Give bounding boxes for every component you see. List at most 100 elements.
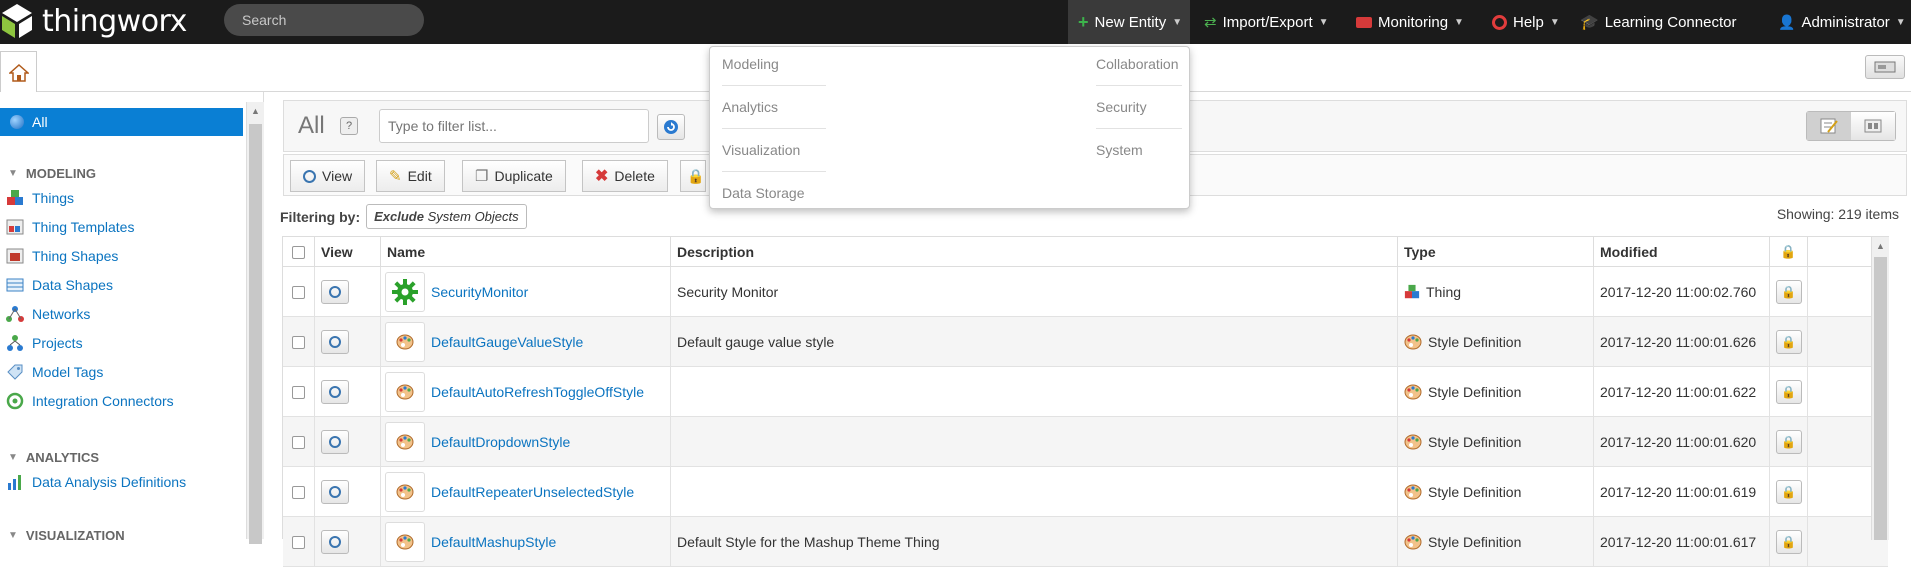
monitoring-menu[interactable]: Monitoring ▼ (1356, 0, 1464, 44)
sidebar-item-integration-connectors[interactable]: Integration Connectors (6, 392, 174, 410)
table-scroll-thumb[interactable] (1874, 257, 1887, 540)
list-view-button[interactable] (1807, 112, 1851, 140)
column-header-description[interactable]: Description (671, 237, 1398, 267)
sidebar-item-data-analysis-definitions[interactable]: Data Analysis Definitions (6, 473, 186, 491)
row-checkbox[interactable] (292, 335, 305, 349)
view-button[interactable]: View (290, 160, 366, 192)
home-tab[interactable] (0, 51, 37, 93)
row-checkbox[interactable] (292, 535, 305, 549)
section-header-modeling[interactable]: ▼ MODELING (8, 166, 96, 181)
sidebar-item-label[interactable]: Data Shapes (32, 277, 113, 293)
sidebar-item-model-tags[interactable]: Model Tags (6, 363, 103, 381)
delete-button[interactable]: ✖ Delete (582, 160, 668, 192)
menu-item-modeling[interactable]: Modeling (722, 56, 779, 72)
row-type-cell: Thing (1398, 267, 1594, 317)
row-view-button[interactable] (321, 430, 349, 454)
entity-name-link[interactable]: SecurityMonitor (431, 284, 528, 300)
entity-name-link[interactable]: DefaultGaugeValueStyle (431, 334, 583, 350)
learning-connector-link[interactable]: 🎓 Learning Connector (1580, 0, 1736, 44)
row-checkbox[interactable] (292, 485, 305, 499)
table-row[interactable]: SecurityMonitor Security Monitor Thing 2017… (283, 267, 1888, 317)
menu-item-security[interactable]: Security (1096, 99, 1147, 115)
sidebar-item-label[interactable]: Networks (32, 306, 90, 322)
section-header-analytics[interactable]: ▼ ANALYTICS (8, 450, 99, 465)
table-row[interactable]: DefaultAutoRefreshToggleOffStyle Style De… (283, 367, 1888, 417)
menu-item-visualization[interactable]: Visualization (722, 142, 800, 158)
sidebar-item-label[interactable]: Integration Connectors (32, 393, 174, 409)
table-row[interactable]: DefaultRepeaterUnselectedStyle Style Defi… (283, 467, 1888, 517)
tile-view-icon (1864, 119, 1882, 133)
sidebar-item-label[interactable]: Data Analysis Definitions (32, 474, 186, 490)
thingworx-logo[interactable]: thingworx (0, 2, 187, 40)
view-mode-toggle[interactable] (1806, 111, 1896, 141)
table-row[interactable]: DefaultMashupStyle Default Style for the … (283, 517, 1888, 567)
sidebar-item-things[interactable]: Things (6, 189, 74, 207)
row-lock-button[interactable]: 🔒 (1775, 530, 1802, 554)
row-lock-button[interactable]: 🔒 (1775, 480, 1802, 504)
column-header-modified[interactable]: Modified (1594, 237, 1770, 267)
scroll-up-icon[interactable]: ▲ (1876, 241, 1885, 251)
row-view-button[interactable] (321, 380, 349, 404)
fullscreen-toggle-button[interactable] (1865, 55, 1905, 79)
import-export-menu[interactable]: ⇄ Import/Export ▼ (1204, 0, 1329, 44)
table-row[interactable]: DefaultDropdownStyle Style Definition 2017… (283, 417, 1888, 467)
help-menu[interactable]: Help ▼ (1492, 0, 1560, 44)
column-header-view[interactable]: View (315, 237, 381, 267)
menu-item-collaboration[interactable]: Collaboration (1096, 56, 1179, 72)
menu-item-system[interactable]: System (1096, 142, 1143, 158)
select-all-checkbox[interactable] (292, 245, 305, 259)
sidebar-item-networks[interactable]: Networks (6, 305, 90, 323)
entity-name-link[interactable]: DefaultAutoRefreshToggleOffStyle (431, 384, 644, 400)
row-lock-button[interactable]: 🔒 (1775, 430, 1802, 454)
lock-button[interactable]: 🔒 (680, 160, 706, 192)
sidebar-scroll-thumb[interactable] (249, 124, 262, 544)
duplicate-icon: ❐ (475, 168, 489, 185)
user-menu[interactable]: 👤 Administrator ▼ (1778, 0, 1906, 44)
column-header-lock[interactable]: 🔒 (1770, 237, 1808, 267)
row-lock-button[interactable]: 🔒 (1775, 330, 1802, 354)
palette-icon (1404, 334, 1422, 350)
refresh-button[interactable] (657, 114, 685, 140)
table-scrollbar[interactable]: ▲ (1871, 237, 1889, 540)
row-checkbox[interactable] (292, 435, 305, 449)
sidebar-item-thing-templates[interactable]: Thing Templates (6, 218, 134, 236)
sidebar-item-label[interactable]: Things (32, 190, 74, 206)
row-view-button[interactable] (321, 280, 349, 304)
edit-button[interactable]: ✎ Edit (376, 160, 445, 192)
sidebar-item-label[interactable]: Thing Shapes (32, 248, 118, 264)
sidebar-scrollbar[interactable]: ▲ (246, 102, 264, 544)
column-header-type[interactable]: Type (1398, 237, 1594, 267)
scroll-up-icon[interactable]: ▲ (251, 106, 260, 116)
search-input[interactable]: Search (224, 4, 424, 36)
row-checkbox[interactable] (292, 385, 305, 399)
entity-name-link[interactable]: DefaultRepeaterUnselectedStyle (431, 484, 634, 500)
filter-chip-system-objects[interactable]: Exclude System Objects (366, 204, 527, 229)
duplicate-button[interactable]: ❐ Duplicate (462, 160, 566, 192)
row-view-button[interactable] (321, 330, 349, 354)
entity-name-link[interactable]: DefaultMashupStyle (431, 534, 556, 550)
menu-divider (1096, 85, 1182, 86)
row-checkbox[interactable] (292, 285, 305, 299)
row-lock-button[interactable]: 🔒 (1775, 280, 1802, 304)
sidebar-item-projects[interactable]: Projects (6, 334, 83, 352)
menu-item-data-storage[interactable]: Data Storage (722, 185, 805, 201)
tile-view-button[interactable] (1851, 112, 1895, 140)
sidebar-item-all[interactable]: All (0, 108, 243, 136)
new-entity-menu[interactable]: + New Entity ▼ (1068, 0, 1190, 44)
section-header-visualization[interactable]: ▼ VISUALIZATION (8, 528, 125, 543)
sidebar-item-label[interactable]: Thing Templates (32, 219, 134, 235)
section-title: VISUALIZATION (25, 528, 125, 543)
sidebar-item-thing-shapes[interactable]: Thing Shapes (6, 247, 118, 265)
row-lock-button[interactable]: 🔒 (1775, 380, 1802, 404)
column-header-name[interactable]: Name (381, 237, 671, 267)
menu-item-analytics[interactable]: Analytics (722, 99, 778, 115)
sidebar-item-label[interactable]: Model Tags (32, 364, 103, 380)
sidebar-item-label[interactable]: Projects (32, 335, 83, 351)
entity-name-link[interactable]: DefaultDropdownStyle (431, 434, 570, 450)
table-row[interactable]: DefaultGaugeValueStyle Default gauge valu… (283, 317, 1888, 367)
filter-input[interactable] (379, 109, 649, 143)
row-view-button[interactable] (321, 530, 349, 554)
sidebar-item-data-shapes[interactable]: Data Shapes (6, 276, 113, 294)
row-view-button[interactable] (321, 480, 349, 504)
help-icon[interactable]: ? (340, 117, 358, 135)
